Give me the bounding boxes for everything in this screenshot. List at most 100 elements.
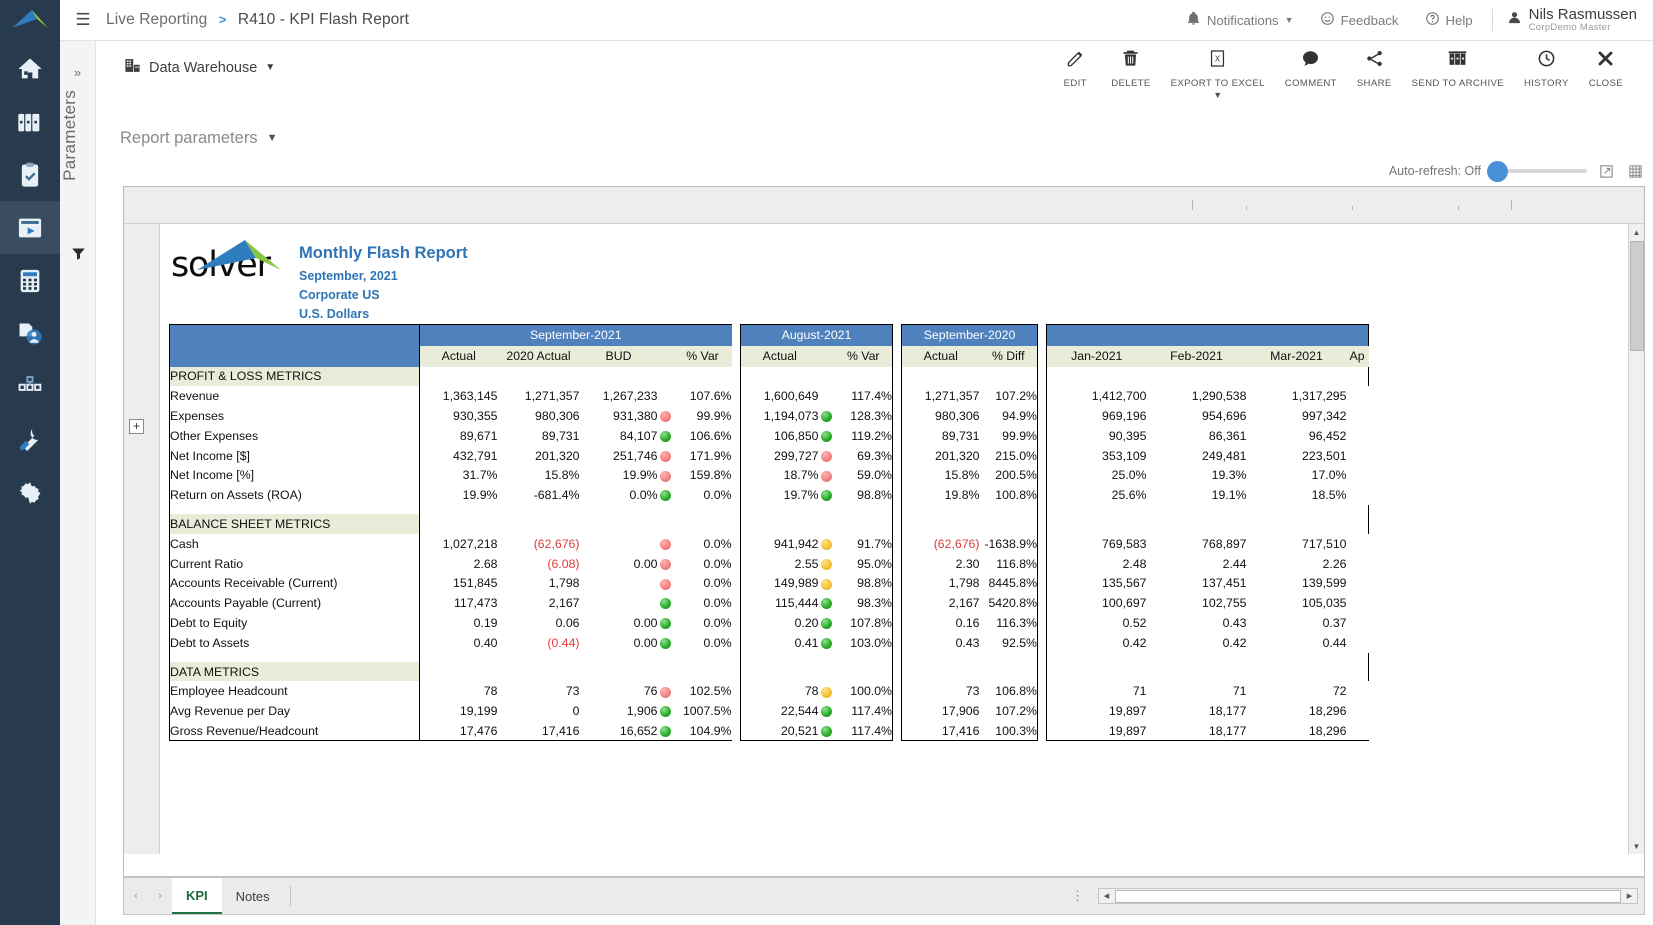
column-header-sep20-diff: % Diff — [980, 346, 1038, 367]
cell-mar2021: 105,035 — [1247, 593, 1347, 613]
report-titles: Monthly Flash Report September, 2021 Cor… — [299, 232, 468, 326]
prev-sheet-button[interactable]: ‹ — [124, 890, 148, 902]
feedback-button[interactable]: Feedback — [1307, 11, 1412, 29]
scrollbar-thumb[interactable] — [1630, 241, 1644, 351]
sidebar-item-library[interactable] — [0, 95, 60, 148]
cell-sep21-prior: 1,798 — [498, 573, 580, 593]
send-to-archive-button[interactable]: SEND TO ARCHIVE — [1402, 41, 1514, 89]
hamburger-icon[interactable]: ☰ — [60, 10, 106, 30]
user-menu[interactable]: Nils Rasmussen CorpDemo Master — [1499, 7, 1637, 34]
expand-report-icon[interactable] — [1596, 161, 1616, 181]
pencil-icon — [1066, 49, 1085, 73]
scroll-down-arrow[interactable]: ▼ — [1629, 838, 1644, 854]
help-button[interactable]: Help — [1412, 11, 1486, 29]
expand-group-button[interactable]: + — [129, 419, 144, 434]
history-button[interactable]: HISTORY — [1514, 41, 1579, 89]
grid-view-icon[interactable] — [1625, 161, 1645, 181]
solver-logo-icon — [0, 0, 60, 42]
cell-sep20-diff: 99.9% — [980, 426, 1038, 446]
cell-sep21-actual: 1,027,218 — [420, 534, 498, 554]
sidebar-item-home[interactable] — [0, 42, 60, 95]
notifications-button[interactable]: Notifications ▼ — [1173, 11, 1307, 29]
sheet-tab-kpi[interactable]: KPI — [172, 878, 222, 914]
chevron-right-icon[interactable]: » — [60, 65, 95, 80]
cell-sep20-diff: 107.2% — [980, 386, 1038, 406]
column-gap — [732, 633, 741, 653]
divider — [1492, 9, 1493, 31]
delete-button[interactable]: DELETE — [1101, 41, 1160, 89]
solver-brand-logo: solver — [171, 232, 289, 283]
scroll-left-arrow[interactable]: ◀ — [1099, 892, 1114, 900]
cell-sep20-diff: 100.3% — [980, 721, 1038, 741]
section-spacer — [1047, 514, 1369, 534]
cell-apr2021-partial — [1347, 446, 1369, 466]
sidebar-item-tools[interactable] — [0, 413, 60, 466]
kpi-indicator-amber — [821, 687, 832, 698]
user-role: CorpDemo Master — [1529, 22, 1637, 33]
cell-sep20-diff: 200.5% — [980, 465, 1038, 485]
spacer — [1047, 505, 1369, 514]
column-gap — [1038, 721, 1047, 741]
cell-sep21-actual: 432,791 — [420, 446, 498, 466]
auto-refresh-slider[interactable] — [1487, 163, 1587, 179]
cell-sep20-actual: 201,320 — [902, 446, 980, 466]
sidebar-item-data-entry[interactable] — [0, 307, 60, 360]
column-gap — [1038, 465, 1047, 485]
column-gap — [732, 701, 741, 721]
cell-sep21-var: 159.8% — [674, 465, 732, 485]
solver-mark-icon — [195, 232, 285, 276]
edit-button[interactable]: EDIT — [1049, 41, 1101, 89]
sidebar-item-tasks[interactable] — [0, 148, 60, 201]
chevron-down-icon[interactable]: ▼ — [1213, 93, 1222, 97]
share-button[interactable]: SHARE — [1347, 41, 1402, 89]
cell-sep21-prior: 89,731 — [498, 426, 580, 446]
sidebar-item-reporting[interactable] — [0, 201, 60, 254]
column-gap — [732, 346, 741, 367]
scroll-up-arrow[interactable]: ▲ — [1629, 224, 1644, 240]
cell-aug21-actual: 22,544 — [741, 701, 819, 721]
export-to-excel-button[interactable]: X EXPORT TO EXCEL ▼ — [1161, 41, 1275, 97]
sheet-tab-notes[interactable]: Notes — [222, 878, 284, 914]
close-button[interactable]: CLOSE — [1579, 41, 1633, 89]
section-spacer — [1047, 662, 1369, 682]
top-bar-right: Notifications ▼ Feedback Help — [1173, 7, 1653, 34]
datasource-selector[interactable]: Data Warehouse ▼ — [124, 57, 275, 78]
report-content: solver Monthly Flash Report September, 2… — [161, 224, 1628, 741]
kpi-indicator-green — [660, 638, 671, 649]
parameters-label[interactable]: Parameters — [60, 90, 95, 181]
group-header-aug21: August-2021 — [741, 325, 893, 346]
question-circle-icon — [1425, 11, 1440, 29]
cell-aug21-var: 91.7% — [835, 534, 893, 554]
cell-sep21-kpi — [658, 554, 674, 574]
column-gap — [893, 505, 902, 514]
cell-sep21-prior: 1,271,357 — [498, 386, 580, 406]
horizontal-scrollbar[interactable]: ◀ ▶ — [1098, 888, 1638, 904]
cell-sep21-bud: 0.00 — [580, 554, 658, 574]
sidebar-item-settings[interactable] — [0, 466, 60, 519]
column-gap — [893, 662, 902, 682]
report-parameters-toggle[interactable]: Report parameters ▼ — [120, 129, 277, 148]
breadcrumb-root[interactable]: Live Reporting — [106, 11, 207, 28]
viewer-vertical-scrollbar[interactable]: ▲ ▼ — [1628, 224, 1644, 854]
scroll-right-arrow[interactable]: ▶ — [1622, 892, 1637, 900]
table-row: Expenses930,355980,306931,38099.9%1,194,… — [170, 406, 1369, 426]
chevron-down-icon: ▼ — [267, 132, 278, 144]
sidebar-item-workflow[interactable] — [0, 360, 60, 413]
kpi-indicator-red — [660, 471, 671, 482]
cell-sep21-actual: 0.19 — [420, 613, 498, 633]
cell-jan2021: 19,897 — [1047, 721, 1147, 741]
slider-knob[interactable] — [1487, 161, 1508, 182]
row-label: Return on Assets (ROA) — [170, 485, 420, 505]
funnel-icon[interactable] — [60, 246, 96, 266]
avatar — [1507, 10, 1522, 30]
sidebar-item-budgeting[interactable] — [0, 254, 60, 307]
cell-aug21-actual: 19.7% — [741, 485, 819, 505]
comment-button[interactable]: COMMENT — [1275, 41, 1347, 89]
cell-sep21-bud: 76 — [580, 681, 658, 701]
more-options-icon[interactable]: ⋮ — [1071, 893, 1084, 899]
next-sheet-button[interactable]: › — [148, 890, 172, 902]
cell-sep21-bud — [580, 534, 658, 554]
h-scrollbar-thumb[interactable] — [1115, 890, 1621, 903]
column-gap — [732, 534, 741, 554]
column-gap — [893, 367, 902, 387]
